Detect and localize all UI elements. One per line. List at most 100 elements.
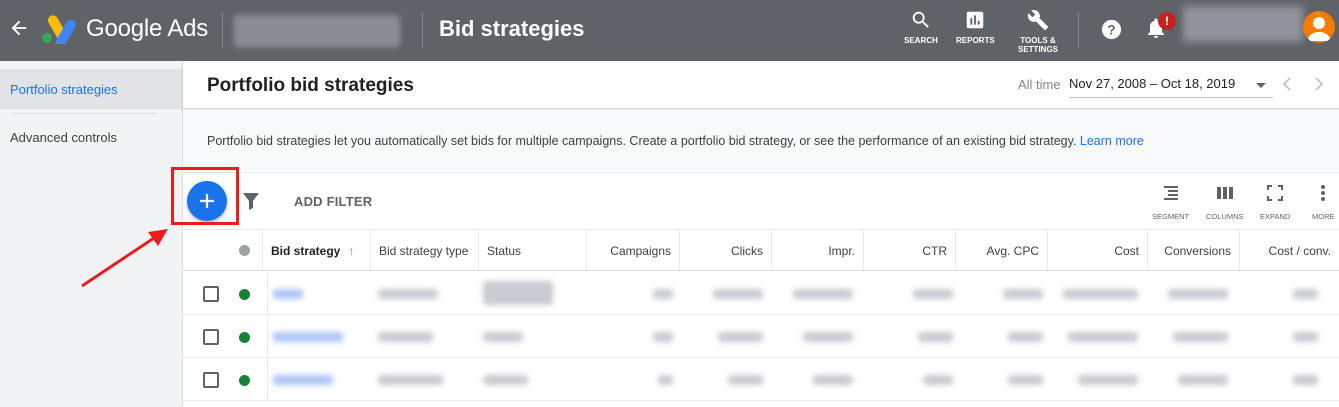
description-panel: Portfolio bid strategies let you automat… <box>183 110 1339 173</box>
sort-arrow-up-icon[interactable]: ↑ <box>348 230 354 272</box>
annotation-highlight-box <box>171 167 239 225</box>
add-filter-button[interactable]: ADD FILTER <box>294 194 372 209</box>
column-header-conversions[interactable]: Conversions <box>1147 230 1239 272</box>
redacted-value <box>1063 289 1138 299</box>
learn-more-link[interactable]: Learn more <box>1080 134 1144 148</box>
help-icon[interactable]: ? <box>1100 18 1123 41</box>
redacted-value <box>653 289 673 299</box>
row-checkbox[interactable] <box>203 329 219 345</box>
divider <box>267 359 268 401</box>
redacted-value <box>483 375 528 385</box>
chevron-right-icon[interactable] <box>1311 75 1327 93</box>
expand-icon <box>1267 185 1284 201</box>
sidebar-item-advanced-controls[interactable]: Advanced controls <box>10 130 117 145</box>
column-header-clicks[interactable]: Clicks <box>679 230 771 272</box>
date-range-picker[interactable]: Nov 27, 2008 – Oct 18, 2019 <box>1069 76 1273 98</box>
top-app-bar: Google Ads Bid strategies SEARCH REPORTS… <box>0 0 1339 61</box>
column-header-cost-per-conv[interactable]: Cost / conv. <box>1239 230 1339 272</box>
segment-button[interactable]: SEGMENT <box>1152 183 1189 221</box>
table-row[interactable] <box>183 359 1339 401</box>
notification-badge: ! <box>1158 12 1176 30</box>
redacted-value <box>913 289 953 299</box>
column-header-ctr[interactable]: CTR <box>863 230 955 272</box>
redacted-value <box>1078 375 1138 385</box>
reports-tool-button[interactable]: REPORTS <box>956 9 995 45</box>
page-header: Portfolio bid strategies All time Nov 27… <box>183 61 1339 109</box>
user-account-info[interactable] <box>1183 6 1303 42</box>
column-header-bid-strategy[interactable]: Bid strategy ↑ <box>262 230 370 272</box>
account-selector[interactable] <box>234 15 400 47</box>
reports-icon <box>967 11 984 29</box>
table-header: Bid strategy ↑ Bid strategy type Status C… <box>183 229 1339 272</box>
svg-text:?: ? <box>1107 22 1115 37</box>
redacted-value <box>1068 332 1138 342</box>
redacted-value <box>1293 332 1318 342</box>
redacted-value <box>728 375 763 385</box>
header-title: Portfolio bid strategies <box>207 75 414 96</box>
redacted-value <box>1168 289 1228 299</box>
divider <box>267 316 268 358</box>
description-text: Portfolio bid strategies let you automat… <box>207 134 1144 148</box>
wrench-icon <box>1027 10 1049 31</box>
redacted-value <box>378 332 433 342</box>
column-header-status[interactable]: Status <box>478 230 586 272</box>
column-header-bid-strategy-type[interactable]: Bid strategy type <box>370 230 478 272</box>
row-checkbox[interactable] <box>203 372 219 388</box>
more-vert-icon <box>1321 185 1326 201</box>
search-tool-button[interactable]: SEARCH <box>904 9 938 45</box>
redacted-value <box>1173 332 1228 342</box>
redacted-value <box>1008 375 1043 385</box>
redacted-value <box>378 375 443 385</box>
back-arrow-icon[interactable] <box>8 17 30 39</box>
column-header-impr[interactable]: Impr. <box>771 230 863 272</box>
sidebar-item-portfolio-strategies[interactable]: Portfolio strategies <box>0 69 182 109</box>
reports-tool-label: REPORTS <box>956 36 995 45</box>
divider <box>1078 12 1079 48</box>
row-checkbox[interactable] <box>203 286 219 302</box>
tools-settings-button[interactable]: TOOLS & SETTINGS <box>1018 9 1058 54</box>
description-body: Portfolio bid strategies let you automat… <box>207 134 1080 148</box>
expand-button[interactable]: EXPAND <box>1260 183 1290 221</box>
segment-label: SEGMENT <box>1152 212 1190 221</box>
status-dot-header-icon <box>239 245 250 256</box>
table-row[interactable] <box>183 316 1339 358</box>
redacted-value <box>483 332 523 342</box>
status-enabled-dot-icon <box>239 332 250 343</box>
google-ads-logo-icon <box>42 15 76 44</box>
brand-name: Google Ads <box>86 15 209 42</box>
more-button[interactable]: MORE <box>1312 183 1335 221</box>
column-header-campaigns[interactable]: Campaigns <box>586 230 679 272</box>
more-label: MORE <box>1312 212 1335 221</box>
redacted-value <box>378 289 438 299</box>
redacted-value <box>273 375 333 385</box>
redacted-value <box>813 375 853 385</box>
date-range-value: Nov 27, 2008 – Oct 18, 2019 <box>1069 76 1236 91</box>
column-header-avg-cpc[interactable]: Avg. CPC <box>955 230 1047 272</box>
user-avatar-icon <box>1307 17 1331 41</box>
columns-button[interactable]: COLUMNS <box>1206 183 1244 221</box>
divider <box>222 12 223 48</box>
divider <box>422 12 423 48</box>
caret-down-icon[interactable] <box>1256 83 1266 88</box>
redacted-value <box>1178 375 1228 385</box>
status-enabled-dot-icon <box>239 375 250 386</box>
redacted-value <box>273 289 303 299</box>
redacted-value <box>658 375 673 385</box>
columns-icon <box>1216 187 1233 199</box>
columns-label: COLUMNS <box>1206 212 1244 221</box>
table-row[interactable] <box>183 273 1339 315</box>
redacted-value <box>653 332 673 342</box>
expand-label: EXPAND <box>1260 212 1291 221</box>
redacted-value <box>793 289 853 299</box>
redacted-value <box>718 332 763 342</box>
avatar[interactable] <box>1303 11 1335 43</box>
redacted-value <box>1008 332 1043 342</box>
table-toolbar: ADD FILTER SEGMENT COLUMNS EXPAND MORE <box>183 173 1339 229</box>
redacted-value <box>1293 375 1318 385</box>
tools-settings-label: TOOLS & SETTINGS <box>1018 36 1059 54</box>
filter-funnel-icon[interactable] <box>242 191 260 211</box>
status-enabled-dot-icon <box>239 289 250 300</box>
redacted-value <box>1003 289 1043 299</box>
column-header-cost[interactable]: Cost <box>1047 230 1147 272</box>
chevron-left-icon[interactable] <box>1279 75 1295 93</box>
